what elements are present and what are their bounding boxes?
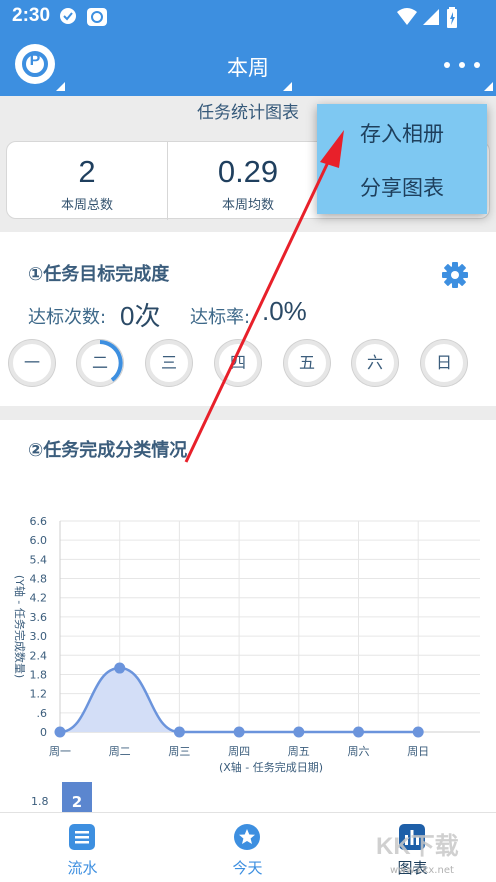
x-tick-label: 周六	[348, 745, 370, 758]
more-dropdown-indicator	[484, 82, 493, 91]
second-chart-bar: 2	[62, 782, 92, 816]
x-tick-label: 周二	[109, 745, 131, 758]
y-tick-label: 1.2	[30, 688, 48, 701]
status-bar: 2:30	[0, 0, 496, 34]
x-tick-label: 周五	[288, 745, 310, 758]
y-tick-label: 3.6	[30, 611, 48, 624]
stat-weekly-total: 2 本周总数	[7, 142, 167, 220]
logo-dropdown-indicator	[56, 82, 65, 91]
y-tick-label: 2.4	[30, 649, 48, 662]
rate-value: .0%	[262, 296, 307, 326]
app-notification-icon	[87, 8, 107, 26]
data-point	[353, 726, 364, 738]
stat-label: 本周均数	[221, 198, 274, 213]
stat-label: 本周总数	[60, 198, 113, 213]
star-icon	[234, 824, 260, 850]
y-tick-label: .6	[37, 707, 48, 720]
popup-menu: 存入相册 分享图表	[317, 104, 487, 214]
gear-icon[interactable]	[440, 260, 470, 290]
data-point	[412, 726, 424, 738]
day-circle-wed[interactable]: 三	[146, 340, 192, 386]
stat-weekly-average: 0.29 本周均数	[168, 142, 328, 220]
list-icon	[69, 824, 95, 850]
x-tick-label: 周一	[49, 745, 71, 758]
nav-label: 流水	[67, 859, 98, 877]
day-circle-thu[interactable]: 四	[215, 340, 261, 386]
x-tick-label: 周三	[168, 745, 190, 758]
goal-panel-title: ①任务目标完成度	[28, 264, 170, 285]
day-circle-fri[interactable]: 五	[284, 340, 330, 386]
nav-label: 今天	[232, 859, 263, 877]
check-circle-icon	[60, 8, 76, 24]
page-title[interactable]: 本周	[0, 52, 496, 82]
data-point	[54, 726, 66, 738]
status-time: 2:30	[12, 5, 51, 26]
stat-value: 2	[78, 154, 96, 189]
stat-value: 0.29	[217, 154, 279, 189]
y-tick-label: 6.6	[30, 515, 48, 528]
watermark: KK下载 www.kkx.net	[376, 822, 496, 882]
y-tick-label: 1.8	[30, 668, 48, 681]
menu-item-share-chart[interactable]: 分享图表	[317, 162, 487, 214]
y-tick-label: 3.0	[30, 630, 48, 643]
rate-label: 达标率:	[190, 307, 251, 328]
category-chart: 0 .6 1.2 1.8 2.4 3.0 3.6 4.2 4.8 5.4 6.0 6.6 周一 周二 周三 周…	[13, 515, 480, 774]
battery-icon	[447, 7, 457, 28]
data-point	[173, 726, 185, 738]
wifi-icon	[397, 8, 417, 25]
y-tick-label: 0	[40, 726, 47, 739]
second-chart-ytick: 1.8	[31, 795, 49, 808]
data-point	[114, 662, 126, 674]
data-point	[233, 726, 245, 738]
menu-item-save-to-album[interactable]: 存入相册	[317, 108, 487, 160]
nav-item-today[interactable]: 今天	[165, 813, 330, 882]
y-tick-label: 4.2	[30, 592, 48, 605]
day-circle-sun[interactable]: 日	[421, 340, 467, 386]
hits-value: 0次	[120, 301, 161, 331]
more-options-button[interactable]	[442, 52, 482, 78]
watermark-url: www.kkx.net	[390, 865, 454, 876]
day-circle-mon[interactable]: 一	[9, 340, 55, 386]
nav-item-flow[interactable]: 流水	[0, 813, 165, 882]
data-point	[293, 726, 305, 738]
day-circle-sat[interactable]: 六	[352, 340, 398, 386]
y-tick-label: 6.0	[30, 534, 48, 547]
app-bar: P 本周	[0, 34, 496, 96]
signal-icon	[423, 9, 439, 25]
y-axis-title: (Y轴 - 任务完成数量)	[13, 575, 27, 678]
category-panel-title: ②任务完成分类情况	[28, 440, 188, 461]
y-tick-label: 4.8	[30, 573, 48, 586]
x-tick-label: 周四	[228, 745, 250, 758]
title-dropdown-indicator	[283, 82, 292, 91]
y-tick-label: 5.4	[30, 553, 48, 566]
hits-label: 达标次数:	[28, 307, 107, 328]
x-axis-title: (X轴 - 任务完成日期)	[219, 760, 323, 774]
x-tick-label: 周日	[407, 745, 429, 758]
day-progress-arc	[99, 340, 123, 382]
watermark-text: KK下载	[376, 833, 459, 860]
